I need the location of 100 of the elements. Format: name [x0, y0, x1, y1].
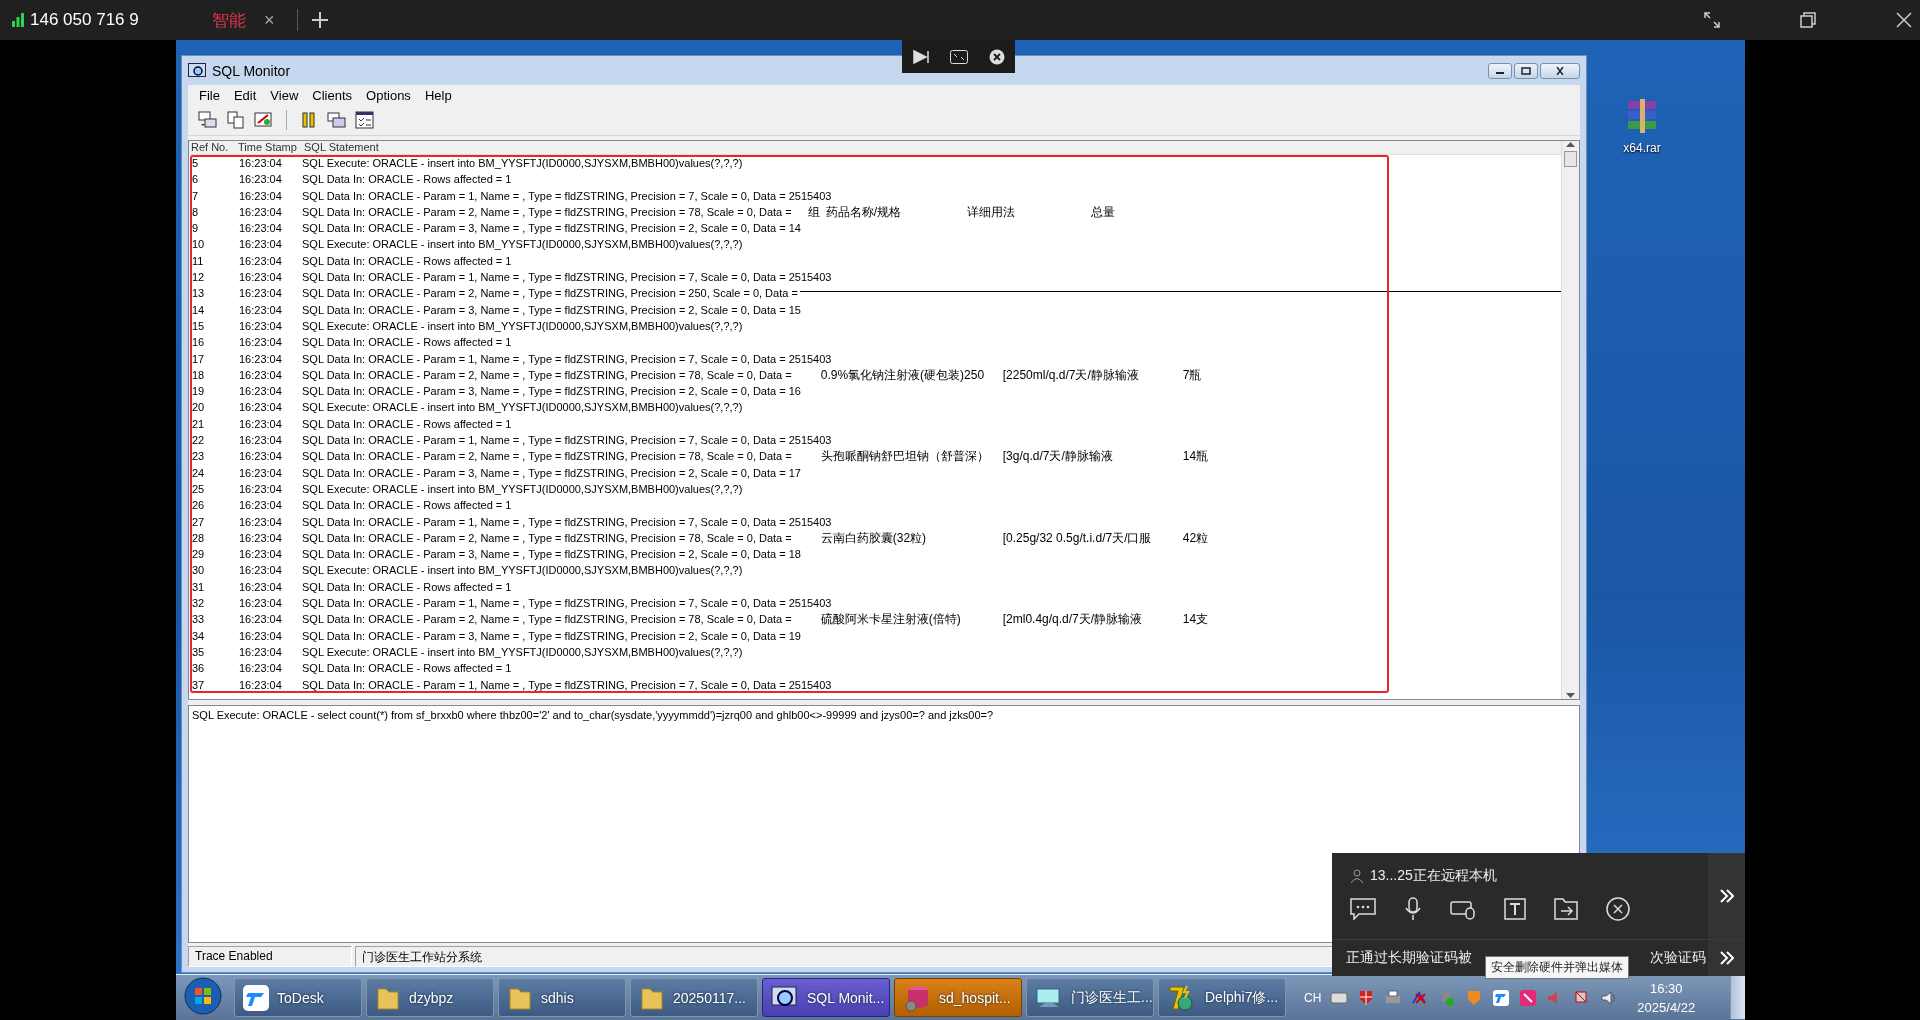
todesk-tray-icon[interactable] [1492, 988, 1511, 1007]
sql-statement: SQL Data In: ORACLE - Param = 3, Name = , Type = fldZSTRING, Precision = 2, Scale = 0, Data = 19 [302, 628, 801, 644]
ref-number: 24 [191, 465, 206, 481]
sql-statement: SQL Execute: ORACLE - insert into BM_YYSFTJ(ID0000,SJYSXM,BMBH00)values(?,?,?) [302, 237, 743, 253]
clock[interactable]: 16:30 2025/4/22 [1637, 978, 1696, 1017]
expand-button[interactable] [1708, 940, 1745, 976]
timestamp: 16:23:04 [238, 465, 283, 481]
connect-icon [198, 111, 218, 129]
ref-number: 29 [191, 547, 206, 563]
sql-statement: SQL Data In: ORACLE - Param = 3, Name = , Type = fldZSTRING, Precision = 2, Scale = 0, Data = 14 [302, 221, 801, 237]
ref-number: 31 [191, 579, 206, 595]
data-value: [0.25g/32 0.5g/t.i.d/7天/口服 [1002, 529, 1153, 547]
expand-button[interactable] [1708, 853, 1745, 939]
scroll-up-icon [1566, 141, 1575, 147]
close-icon[interactable] [988, 48, 1005, 65]
sql-statement: SQL Data In: ORACLE - Param = 1, Name = , Type = fldZSTRING, Precision = 7, Scale = 0, Data = 2515403 [302, 677, 832, 693]
timestamp: 16:23:04 [238, 661, 283, 677]
disconnect-icon[interactable] [1606, 897, 1630, 921]
session-tab[interactable]: 智能 × [202, 0, 285, 40]
minimize-button[interactable] [1488, 62, 1512, 79]
ref-number: 18 [191, 367, 206, 383]
plus-icon[interactable] [311, 12, 328, 28]
timestamp: 16:23:04 [238, 644, 283, 660]
ref-number: 27 [191, 514, 206, 530]
square-slash-icon[interactable] [1519, 988, 1538, 1007]
taskbar-button[interactable]: SQL Monit... [762, 978, 890, 1017]
ref-number: 23 [191, 449, 206, 465]
taskbar-button[interactable]: sdhis [498, 978, 626, 1017]
timestamp: 16:23:04 [238, 677, 283, 693]
menu-item[interactable]: File [192, 85, 227, 105]
microphone-icon[interactable] [1404, 897, 1422, 921]
data-value: [3g/q.d/7天/静脉输液 [1002, 448, 1114, 465]
taskbar-button[interactable]: 门诊医生工... [1026, 978, 1154, 1017]
timestamp: 16:23:04 [238, 253, 283, 269]
column-header[interactable]: Time Stamp [236, 141, 302, 154]
data-value: 药品名称/规格 [825, 203, 903, 221]
ref-number: 30 [191, 563, 206, 579]
menu-item[interactable]: Clients [305, 85, 360, 105]
taskbar-button[interactable]: dzybpz [366, 978, 494, 1017]
timestamp: 16:23:04 [238, 286, 283, 302]
chat-icon[interactable] [1350, 898, 1376, 920]
taskbar-button[interactable]: ToDesk [234, 978, 362, 1017]
file-transfer-icon[interactable] [1554, 898, 1578, 920]
sql-statement: SQL Data In: ORACLE - Param = 3, Name = , Type = fldZSTRING, Precision = 2, Scale = 0, Data = 18 [302, 547, 801, 563]
database-gear-icon [903, 983, 931, 1012]
menu-item[interactable]: Options [359, 85, 418, 105]
column-header[interactable]: Ref No. [189, 141, 236, 154]
session-text: 13...25正在远程本机 [1370, 867, 1497, 885]
data-value: 14支 [1182, 611, 1209, 628]
fit-screen-icon[interactable] [949, 49, 968, 64]
sql-statement: SQL Data In: ORACLE - Rows affected = 1 [302, 661, 512, 677]
timestamp: 16:23:04 [238, 416, 283, 432]
chevrons-icon [1719, 889, 1734, 903]
timestamp: 16:23:04 [238, 563, 283, 579]
ref-number: 21 [191, 416, 206, 432]
tooltip: 安全删除硬件并弹出媒体 [1485, 956, 1629, 979]
taskbar-button[interactable]: Delphi7修... [1158, 978, 1286, 1017]
data-value: [2250ml/q.d/7天/静脉输液 [1002, 366, 1140, 384]
ref-number: 10 [191, 237, 206, 253]
restore-icon[interactable] [1800, 12, 1816, 28]
taskbar-button[interactable]: sd_hospit... [894, 978, 1022, 1017]
ref-number: 16 [191, 335, 206, 351]
scrollbar[interactable] [1561, 141, 1579, 699]
menu-item[interactable]: View [263, 85, 306, 105]
close-icon[interactable] [1896, 12, 1912, 28]
clear-icon [254, 111, 274, 129]
data-value: 总量 [1090, 203, 1115, 221]
maximize-button[interactable] [1514, 62, 1538, 79]
data-value: 14瓶 [1182, 448, 1209, 465]
scroll-thumb[interactable] [1564, 151, 1577, 167]
sql-statement: SQL Data In: ORACLE - Param = 2, Name = , Type = fldZSTRING, Precision = 78, Scale = 0, Data = [302, 449, 792, 465]
timestamp: 16:23:04 [238, 221, 283, 237]
text-icon[interactable] [1504, 898, 1526, 920]
language-indicator[interactable]: CH [1304, 990, 1322, 1005]
sql-statement: SQL Data In: ORACLE - Param = 3, Name = , Type = fldZSTRING, Precision = 2, Scale = 0, Data = 16 [302, 384, 801, 400]
menu-item[interactable]: Help [417, 85, 459, 105]
menu-item[interactable]: Edit [226, 85, 264, 105]
column-header[interactable]: SQL Statement [302, 141, 1561, 154]
checklist-icon [355, 111, 375, 129]
sql-statement: SQL Data In: ORACLE - Rows affected = 1 [302, 416, 512, 432]
timestamp: 16:23:04 [238, 172, 283, 188]
data-value: 详细用法 [966, 203, 1016, 221]
timestamp: 16:23:04 [238, 335, 283, 351]
start-button-icon[interactable] [184, 976, 222, 1015]
timestamp: 16:23:04 [238, 628, 283, 644]
close-button[interactable] [1540, 62, 1580, 79]
expand-icon[interactable] [1704, 12, 1720, 28]
keyboard-mouse-icon[interactable] [1450, 898, 1476, 920]
timestamp: 16:23:04 [238, 530, 283, 546]
ref-number: 37 [191, 677, 206, 693]
timestamp: 16:23:04 [238, 302, 283, 318]
desktop-icon-label[interactable]: x64.rar [1623, 141, 1661, 155]
user-icon [1350, 869, 1364, 883]
sql-statement: SQL Execute: ORACLE - insert into BM_YYSFTJ(ID0000,SJYSXM,BMBH00)values(?,?,?) [302, 644, 743, 660]
ref-number: 28 [191, 530, 206, 546]
ref-number: 25 [191, 481, 206, 497]
taskbar-button[interactable]: 20250117... [630, 978, 758, 1017]
data-value: 组 [807, 203, 821, 221]
checklist-button[interactable] [353, 108, 377, 132]
timestamp: 16:23:04 [238, 384, 283, 400]
